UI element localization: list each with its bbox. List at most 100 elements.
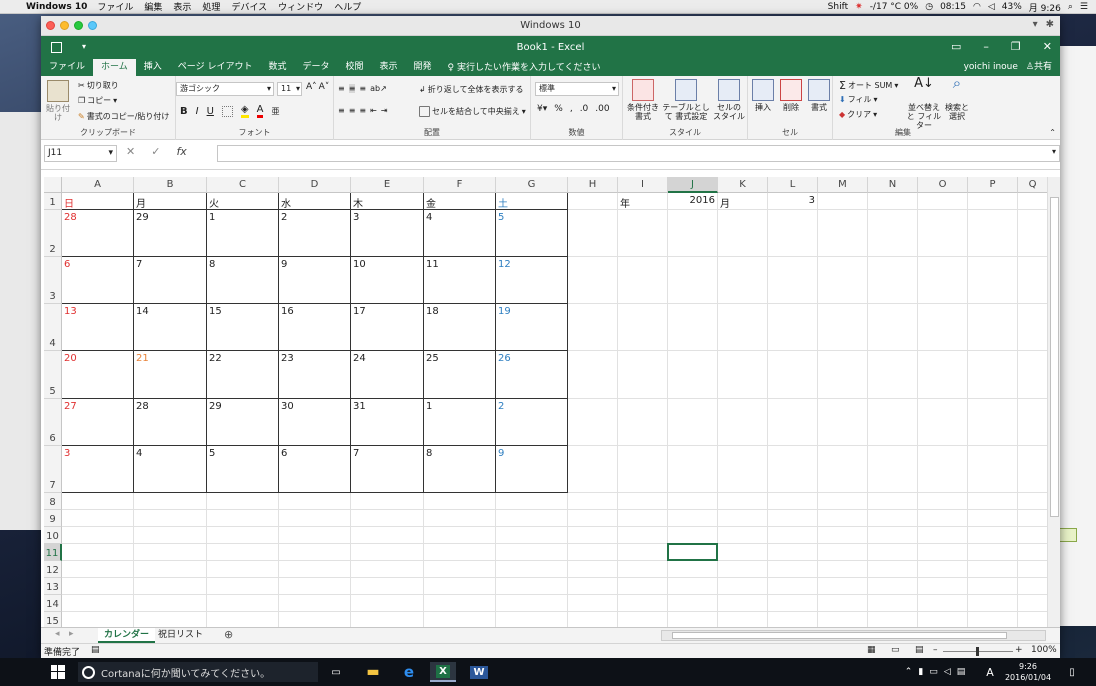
grid-cell[interactable] bbox=[618, 257, 668, 304]
grid-cell[interactable] bbox=[668, 351, 718, 399]
grid-cell[interactable] bbox=[718, 561, 768, 578]
speaker-icon[interactable]: ◁ bbox=[944, 667, 951, 677]
calendar-day-cell[interactable]: 28 bbox=[62, 210, 134, 257]
grid-cell[interactable] bbox=[1018, 544, 1047, 561]
zoom-in-icon[interactable]: + bbox=[1015, 645, 1023, 655]
grid-cell[interactable] bbox=[618, 612, 668, 627]
calendar-day-cell[interactable]: 1 bbox=[424, 399, 496, 446]
grid-cell[interactable] bbox=[207, 527, 279, 544]
grid-cell[interactable] bbox=[351, 527, 424, 544]
tab-developer[interactable]: 開発 bbox=[406, 59, 440, 76]
mac-menu-help[interactable]: ヘルプ bbox=[334, 0, 361, 13]
grid-cell[interactable] bbox=[868, 304, 918, 351]
grid-cell[interactable] bbox=[568, 257, 618, 304]
grid-cell[interactable] bbox=[868, 493, 918, 510]
grid-cell[interactable] bbox=[668, 399, 718, 446]
calendar-day-cell[interactable]: 8 bbox=[207, 257, 279, 304]
grid-cell[interactable] bbox=[868, 257, 918, 304]
grid-cell[interactable] bbox=[818, 399, 868, 446]
grid-cell[interactable] bbox=[618, 561, 668, 578]
weekday-header-cell[interactable]: 日 bbox=[62, 193, 134, 210]
windows-start-icon[interactable] bbox=[48, 662, 68, 682]
calendar-day-cell[interactable]: 5 bbox=[496, 210, 568, 257]
grid-cell[interactable] bbox=[918, 493, 968, 510]
grid-cell[interactable] bbox=[918, 257, 968, 304]
grid-cell[interactable] bbox=[718, 257, 768, 304]
calendar-day-cell[interactable]: 3 bbox=[62, 446, 134, 493]
file-explorer-icon[interactable]: ▬ bbox=[362, 662, 384, 682]
find-select-button[interactable]: ⌕ 検索と 選択 bbox=[943, 76, 971, 122]
grid-cell[interactable] bbox=[818, 210, 868, 257]
grid-cell[interactable] bbox=[424, 510, 496, 527]
mac-menu-devices[interactable]: デバイス bbox=[231, 0, 267, 13]
orientation-icon[interactable]: ab↗ bbox=[370, 84, 387, 93]
mac-menu-window[interactable]: ウィンドウ bbox=[278, 0, 323, 13]
grid-cell[interactable] bbox=[768, 561, 818, 578]
fill-color-icon[interactable]: ◈ bbox=[240, 104, 249, 118]
font-color-icon[interactable]: A bbox=[256, 104, 264, 118]
grid-cell[interactable] bbox=[1018, 399, 1047, 446]
grid-cell[interactable] bbox=[1018, 527, 1047, 544]
grid-cell[interactable] bbox=[668, 595, 718, 612]
grid-cell[interactable] bbox=[351, 578, 424, 595]
month-value-cell[interactable]: 3 bbox=[768, 193, 818, 210]
grid-cell[interactable] bbox=[818, 446, 868, 493]
sort-filter-button[interactable]: A↓ 並べ替えと フィルター bbox=[905, 77, 943, 130]
grid-cell[interactable] bbox=[207, 612, 279, 627]
gear-icon[interactable]: ✱ bbox=[1046, 19, 1054, 30]
row-header-15[interactable]: 15 bbox=[44, 612, 62, 627]
column-header-F[interactable]: F bbox=[424, 177, 496, 193]
time-text[interactable]: 月 9:26 bbox=[1029, 1, 1061, 14]
grid-cell[interactable] bbox=[818, 544, 868, 561]
column-header-D[interactable]: D bbox=[279, 177, 351, 193]
grid-cell[interactable] bbox=[868, 510, 918, 527]
cancel-icon[interactable]: ✕ bbox=[126, 145, 135, 158]
grid-cell[interactable] bbox=[668, 446, 718, 493]
column-header-M[interactable]: M bbox=[818, 177, 868, 193]
calendar-day-cell[interactable]: 30 bbox=[279, 399, 351, 446]
row-header-5[interactable]: 5 bbox=[44, 351, 62, 399]
grid-cell[interactable] bbox=[918, 578, 968, 595]
grid-cell[interactable] bbox=[279, 595, 351, 612]
column-header-K[interactable]: K bbox=[718, 177, 768, 193]
border-icon[interactable] bbox=[221, 105, 233, 117]
grid-cell[interactable] bbox=[279, 493, 351, 510]
battery-text[interactable]: 43% bbox=[1002, 2, 1022, 12]
row-header-12[interactable]: 12 bbox=[44, 561, 62, 578]
grid-cell[interactable] bbox=[568, 399, 618, 446]
align-center-icon[interactable]: ≡ bbox=[349, 106, 356, 115]
cell-styles-button[interactable]: セルの スタイル bbox=[713, 79, 745, 121]
calendar-day-cell[interactable]: 19 bbox=[496, 304, 568, 351]
row-header-8[interactable]: 8 bbox=[44, 493, 62, 510]
horizontal-scrollbar[interactable] bbox=[661, 630, 1046, 641]
calendar-day-cell[interactable]: 25 bbox=[424, 351, 496, 399]
grid-cell[interactable] bbox=[618, 446, 668, 493]
grid-cell[interactable] bbox=[868, 578, 918, 595]
column-header-G[interactable]: G bbox=[496, 177, 568, 193]
grid-cell[interactable] bbox=[718, 595, 768, 612]
grid-cell[interactable] bbox=[496, 544, 568, 561]
grid-cell[interactable] bbox=[918, 561, 968, 578]
grid-cell[interactable] bbox=[279, 510, 351, 527]
grid-cell[interactable] bbox=[618, 595, 668, 612]
decimal-increase-icon[interactable]: .0 bbox=[580, 104, 589, 114]
row-header-11[interactable]: 11 bbox=[44, 544, 62, 561]
grid-cell[interactable] bbox=[818, 527, 868, 544]
calendar-day-cell[interactable]: 13 bbox=[62, 304, 134, 351]
customize-qat-icon[interactable]: ▾ bbox=[82, 42, 86, 53]
enter-icon[interactable]: ✓ bbox=[151, 145, 160, 158]
spotlight-icon[interactable]: ⌕ bbox=[1068, 2, 1073, 12]
row-header-2[interactable]: 2 bbox=[44, 210, 62, 257]
weekday-header-cell[interactable]: 月 bbox=[134, 193, 207, 210]
grid-cell[interactable] bbox=[668, 612, 718, 627]
sheet-next-icon[interactable]: ▸ bbox=[69, 629, 74, 639]
grid-cell[interactable] bbox=[918, 193, 968, 210]
grid-cell[interactable] bbox=[718, 544, 768, 561]
calendar-day-cell[interactable]: 2 bbox=[279, 210, 351, 257]
minimize-icon[interactable]: – bbox=[983, 40, 989, 53]
grid-cell[interactable] bbox=[918, 544, 968, 561]
grid-cell[interactable] bbox=[279, 612, 351, 627]
grid-cell[interactable] bbox=[718, 510, 768, 527]
grid-cell[interactable] bbox=[496, 561, 568, 578]
grid-cell[interactable] bbox=[207, 510, 279, 527]
